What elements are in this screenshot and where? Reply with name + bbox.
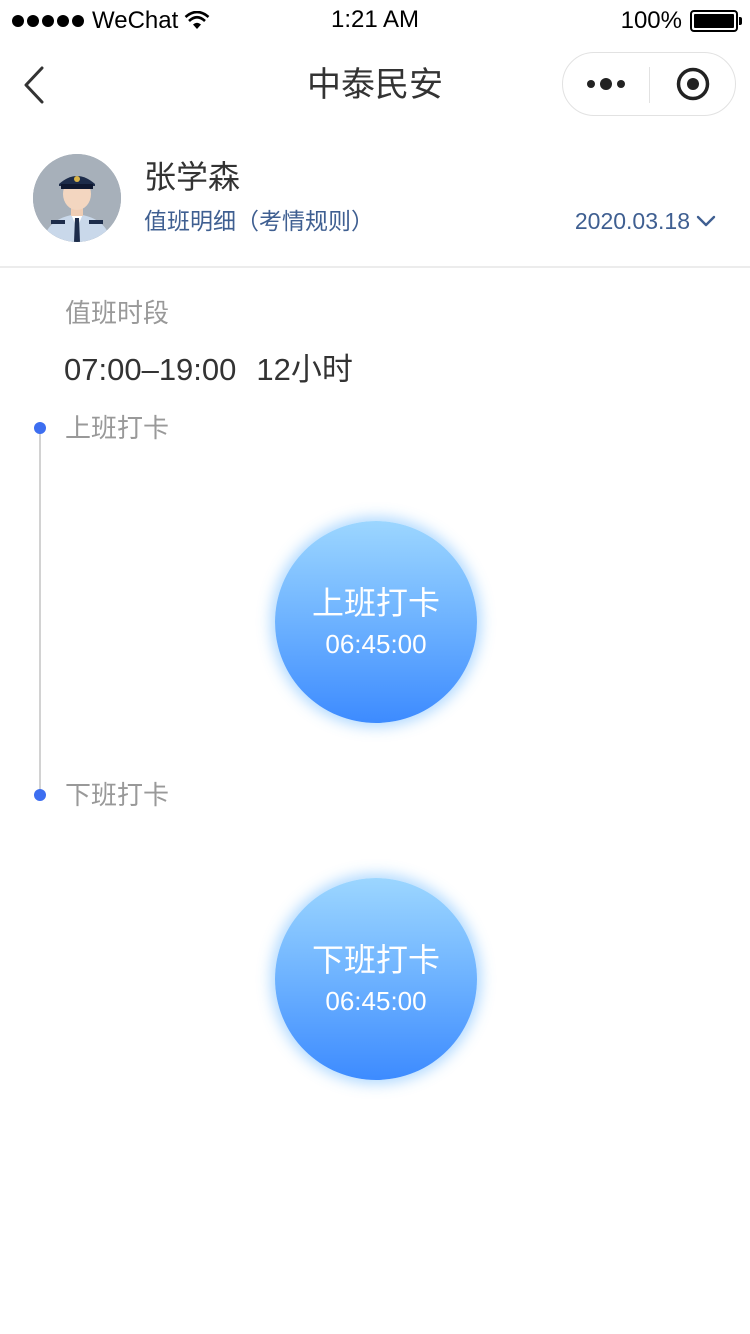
mini-program-capsule: [562, 52, 736, 116]
chevron-down-icon: [696, 215, 716, 227]
timeline-dot-clock-out: [34, 789, 46, 801]
timeline-line: [39, 428, 41, 796]
clock-out-button-label: 下班打卡: [311, 942, 440, 978]
status-bar: WeChat 1:21 AM 100%: [0, 0, 750, 40]
shift-duration: 12小时: [256, 352, 353, 387]
date-value: 2020.03.18: [574, 208, 690, 234]
target-close-icon: [676, 67, 710, 101]
battery-percent: 100%: [620, 7, 682, 34]
shift-section-label: 值班时段: [65, 298, 170, 328]
battery-icon: [690, 10, 742, 32]
more-button[interactable]: [563, 53, 649, 115]
clock-in-button[interactable]: 上班打卡 06:45:00: [275, 521, 477, 723]
timeline-label-clock-in: 上班打卡: [65, 413, 170, 443]
clock-out-button[interactable]: 下班打卡 06:45:00: [275, 878, 477, 1080]
clock-in-button-label: 上班打卡: [311, 585, 440, 621]
close-button[interactable]: [650, 53, 736, 115]
officer-avatar-image: [33, 154, 121, 242]
more-dots-icon: [587, 80, 595, 88]
clock-out-button-time: 06:45:00: [325, 986, 427, 1016]
shift-time: 07:00–19:00 12小时: [64, 350, 353, 390]
status-right: 100%: [620, 7, 742, 35]
profile-header: 张学森 值班明细（考情规则） 2020.03.18: [0, 130, 750, 268]
clock-in-button-time: 06:45:00: [325, 629, 427, 659]
timeline-label-clock-out: 下班打卡: [65, 780, 170, 810]
shift-time-range: 07:00–19:00: [64, 352, 237, 387]
nav-bar: 中泰民安: [0, 40, 750, 130]
date-selector[interactable]: 2020.03.18: [575, 206, 716, 236]
duty-detail-link[interactable]: 值班明细（考情规则）: [144, 206, 374, 236]
avatar: [33, 154, 121, 242]
timeline-dot-clock-in: [34, 422, 46, 434]
officer-name: 张学森: [144, 159, 241, 195]
